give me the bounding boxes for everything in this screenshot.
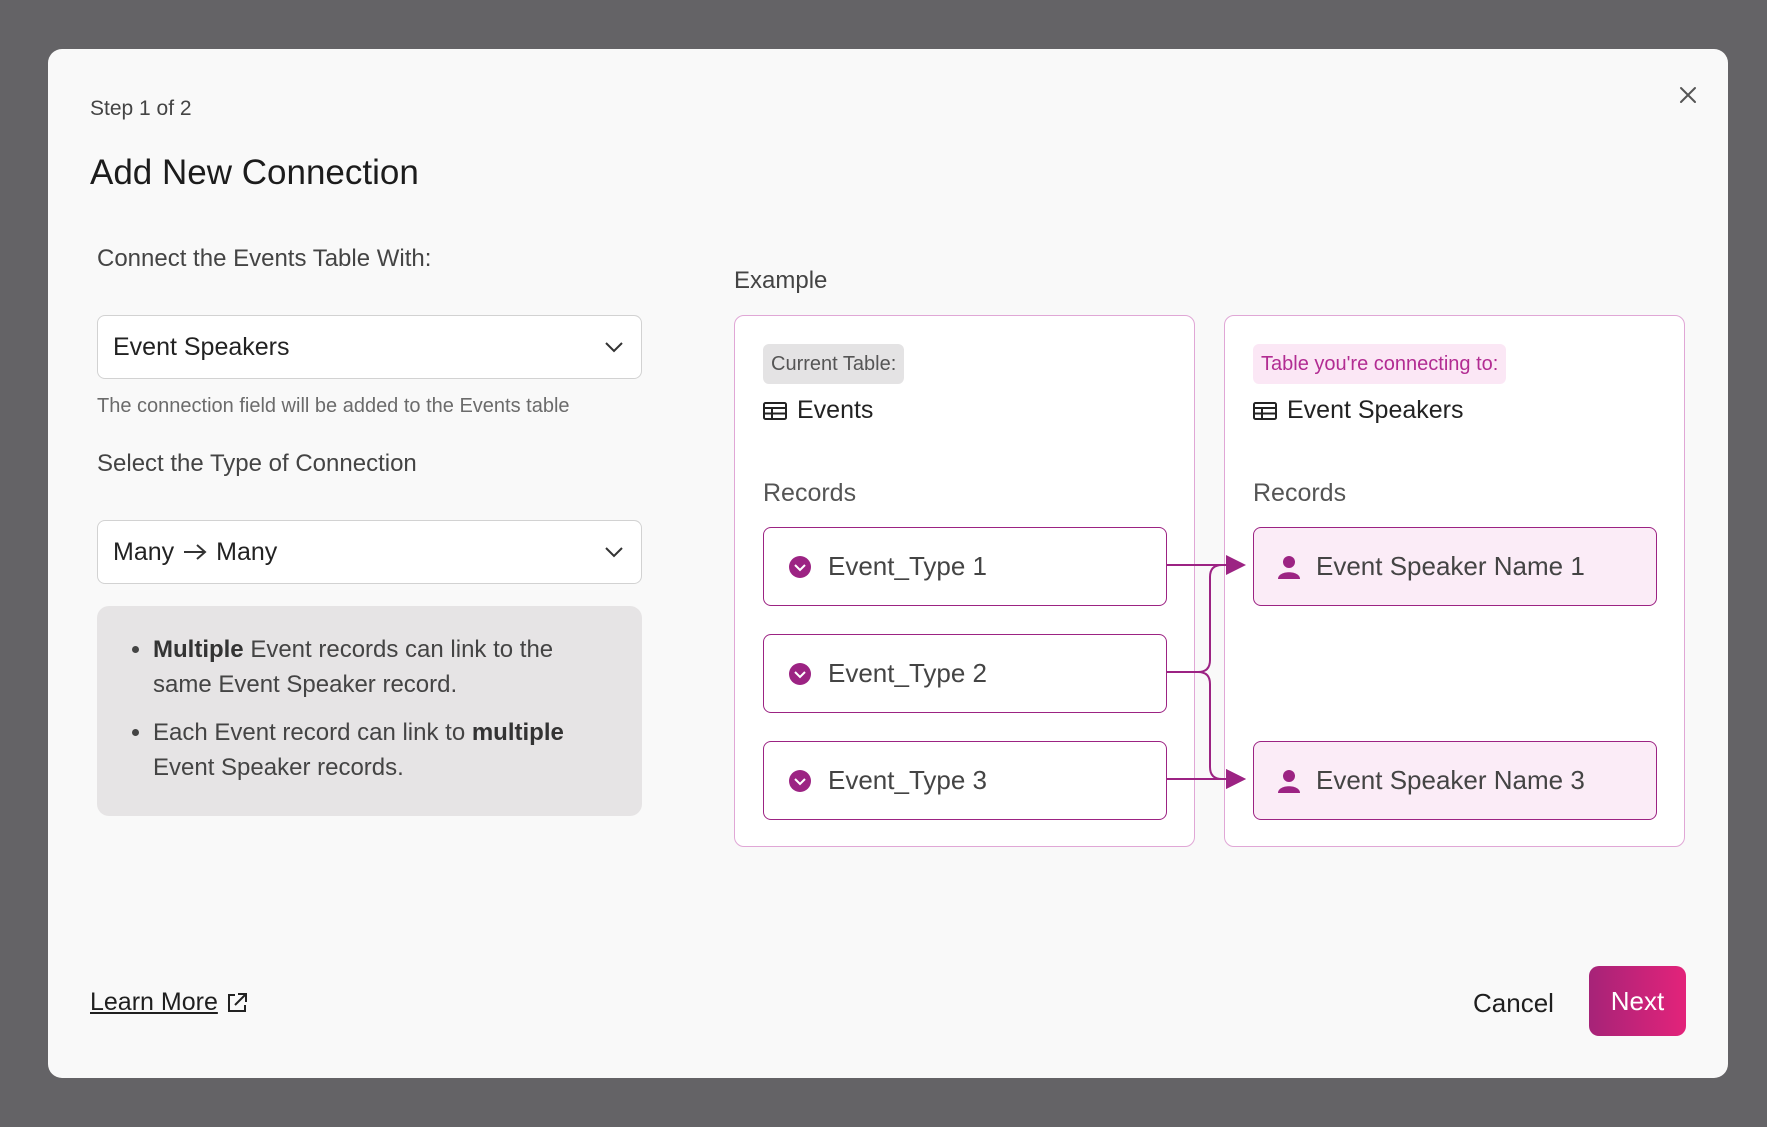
chevron-circle-icon xyxy=(789,662,811,685)
info-bullet: Each Event record can link to multiple E… xyxy=(153,715,618,785)
add-connection-modal: Step 1 of 2 Add New Connection Connect t… xyxy=(48,49,1728,1078)
person-icon xyxy=(1278,555,1300,579)
record-item: Event_Type 2 xyxy=(763,634,1167,713)
close-icon xyxy=(1680,87,1696,103)
record-item: Event Speaker Name 1 xyxy=(1253,527,1657,606)
person-icon xyxy=(1278,769,1300,793)
connection-info-box: Multiple Event records can link to the s… xyxy=(97,606,642,816)
helper-text: The connection field will be added to th… xyxy=(97,395,570,417)
current-table-pill: Current Table: xyxy=(763,344,905,384)
next-button[interactable]: Next xyxy=(1589,966,1686,1036)
type-left: Many xyxy=(113,537,175,566)
current-table-name: Events xyxy=(763,396,873,425)
type-right: Many xyxy=(216,537,278,566)
chevron-down-icon xyxy=(605,342,623,353)
modal-title: Add New Connection xyxy=(90,153,419,192)
arrow-right-icon xyxy=(184,544,207,560)
record-item: Event_Type 1 xyxy=(763,527,1167,606)
record-item: Event Speaker Name 3 xyxy=(1253,741,1657,820)
table-select-label: Connect the Events Table With: xyxy=(97,245,432,272)
chevron-circle-icon xyxy=(789,769,811,792)
table-select[interactable]: Event Speakers xyxy=(97,315,642,379)
records-label: Records xyxy=(763,479,857,507)
target-table-name: Event Speakers xyxy=(1253,396,1464,425)
records-label: Records xyxy=(1253,479,1347,507)
target-table-pill: Table you're connecting to: xyxy=(1253,344,1507,384)
learn-more-link[interactable]: Learn More xyxy=(90,988,248,1017)
current-table-panel: Current Table: Events Records Event_Type… xyxy=(734,315,1195,847)
record-item: Event_Type 3 xyxy=(763,741,1167,820)
table-icon xyxy=(763,401,787,420)
chevron-circle-icon xyxy=(789,555,811,578)
example-label: Example xyxy=(734,267,828,294)
chevron-down-icon xyxy=(605,547,623,558)
type-select-label: Select the Type of Connection xyxy=(97,450,417,477)
external-link-icon xyxy=(227,992,247,1012)
target-table-panel: Table you're connecting to: Event Speake… xyxy=(1224,315,1685,847)
close-button[interactable] xyxy=(1670,77,1706,113)
step-indicator: Step 1 of 2 xyxy=(90,97,192,120)
cancel-button[interactable]: Cancel xyxy=(1473,988,1554,1019)
table-select-value: Event Speakers xyxy=(113,332,290,361)
table-icon xyxy=(1253,401,1277,420)
info-bullet: Multiple Event records can link to the s… xyxy=(153,632,618,702)
connection-type-select[interactable]: Many Many xyxy=(97,520,642,584)
